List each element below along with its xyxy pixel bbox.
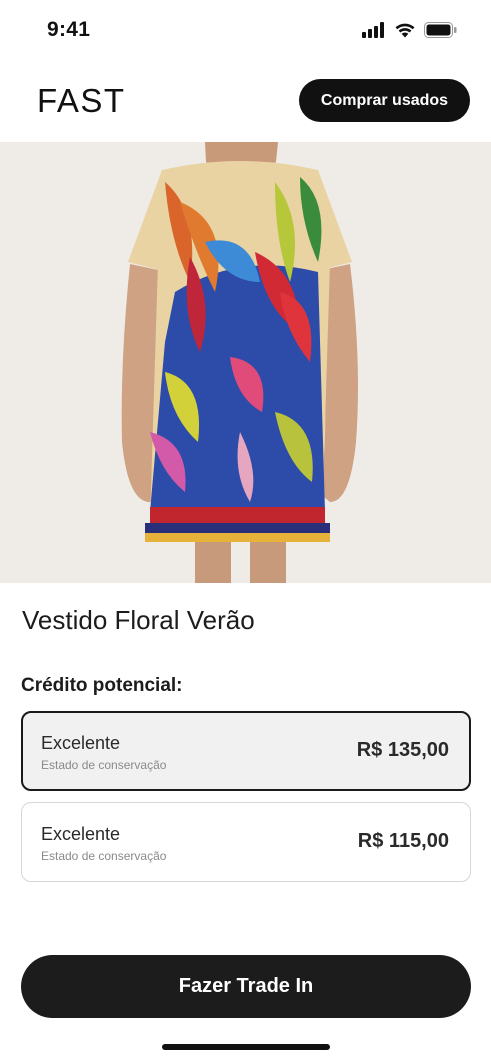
status-time: 9:41	[47, 18, 91, 41]
trade-in-button[interactable]: Fazer Trade In	[21, 955, 471, 1018]
credit-option-1[interactable]: Excelente Estado de conservação R$ 135,0…	[21, 711, 471, 791]
option-condition: Excelente	[41, 733, 121, 753]
status-bar: 9:41	[0, 0, 491, 62]
signal-icon	[362, 22, 384, 38]
credit-label: Crédito potencial:	[21, 675, 183, 696]
option-price: R$ 115,00	[357, 830, 449, 852]
battery-icon	[424, 22, 457, 38]
option-condition: Excelente	[41, 824, 121, 844]
product-title: Vestido Floral Verão	[22, 605, 255, 635]
wifi-icon	[395, 23, 415, 38]
product-image	[0, 142, 491, 583]
home-indicator	[162, 1044, 330, 1050]
option-subtitle: Estado de conservação	[41, 849, 167, 863]
status-icons	[362, 22, 457, 38]
brand-logo: FAST	[37, 82, 126, 119]
dress-illustration	[0, 142, 491, 583]
option-subtitle: Estado de conservação	[41, 758, 167, 772]
buy-used-button[interactable]: Comprar usados	[299, 79, 470, 122]
credit-option-2[interactable]: Excelente Estado de conservação R$ 115,0…	[21, 802, 471, 882]
option-price: R$ 135,00	[356, 739, 449, 761]
app-header: FAST Comprar usados	[0, 62, 491, 142]
